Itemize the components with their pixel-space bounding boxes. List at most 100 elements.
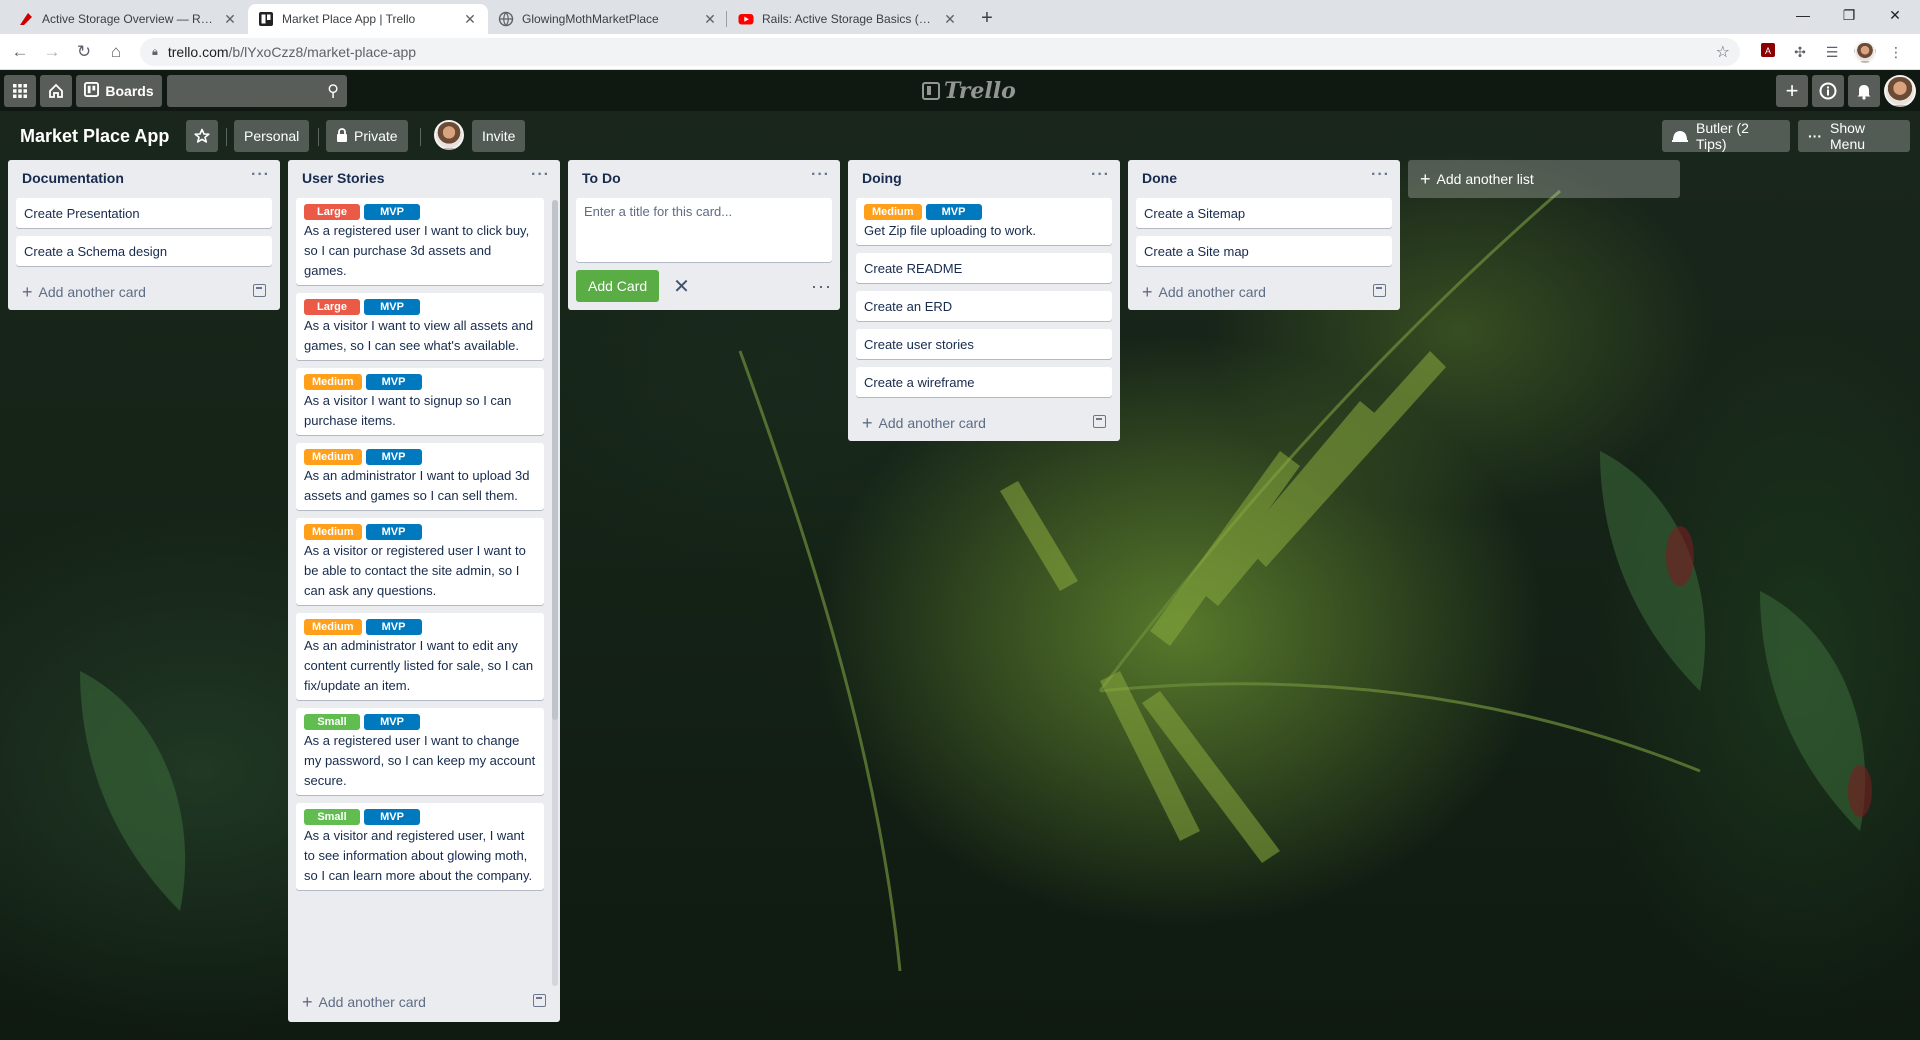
label-size[interactable]: Medium: [864, 204, 922, 220]
window-close-button[interactable]: ✕: [1872, 0, 1918, 30]
member-avatar[interactable]: [1884, 75, 1916, 107]
list-menu-icon[interactable]: ···: [251, 166, 270, 184]
star-board-icon[interactable]: [186, 120, 218, 152]
card-title-textarea[interactable]: Enter a title for this card...: [576, 198, 832, 262]
back-button[interactable]: ←: [8, 40, 32, 64]
boards-button[interactable]: Boards: [76, 75, 162, 107]
close-icon[interactable]: ✕: [673, 274, 690, 299]
label-mvp[interactable]: MVP: [364, 809, 420, 825]
card[interactable]: Large MVP As a registered user I want to …: [296, 198, 544, 285]
more-vert-icon[interactable]: ⋮: [1886, 42, 1906, 62]
label-mvp[interactable]: MVP: [364, 299, 420, 315]
home-button[interactable]: ⌂: [104, 40, 128, 64]
label-mvp[interactable]: MVP: [365, 374, 422, 390]
label-size[interactable]: Medium: [304, 449, 362, 465]
label-mvp[interactable]: MVP: [365, 619, 422, 635]
add-card-button[interactable]: + Add another card: [288, 984, 560, 1020]
list-menu-icon[interactable]: ···: [1371, 166, 1390, 184]
close-icon[interactable]: ✕: [462, 11, 478, 27]
home-icon[interactable]: [40, 75, 72, 107]
personal-team-button[interactable]: Personal: [234, 120, 310, 152]
create-plus-button[interactable]: +: [1776, 75, 1808, 107]
butler-button[interactable]: Butler (2 Tips): [1662, 120, 1790, 152]
label-mvp[interactable]: MVP: [365, 524, 422, 540]
card[interactable]: Create README: [856, 253, 1112, 283]
card[interactable]: Medium MVP As an administrator I want to …: [296, 443, 544, 510]
extensions-puzzle-icon[interactable]: ✣: [1790, 42, 1810, 62]
list-menu-icon[interactable]: ···: [811, 166, 830, 184]
add-card-submit-button[interactable]: Add Card: [576, 270, 660, 302]
close-icon[interactable]: ✕: [222, 11, 238, 27]
card-list-scroll[interactable]: Large MVP As a registered user I want to …: [288, 198, 560, 984]
card-template-icon[interactable]: [533, 994, 546, 1007]
list-title[interactable]: Done ···: [1128, 160, 1400, 198]
card[interactable]: Medium MVP As a visitor or registered use…: [296, 518, 544, 605]
board-member-avatar[interactable]: [434, 120, 464, 150]
invite-button[interactable]: Invite: [472, 120, 526, 152]
maximize-button[interactable]: ❐: [1826, 0, 1872, 30]
visibility-private-button[interactable]: Private: [326, 120, 408, 152]
label-size[interactable]: Large: [304, 299, 360, 315]
card-template-icon[interactable]: [253, 284, 266, 297]
card[interactable]: Create a Site map: [1136, 236, 1392, 266]
browser-tab[interactable]: GlowingMothMarketPlace ✕: [488, 4, 728, 34]
card[interactable]: Create user stories: [856, 329, 1112, 359]
forward-button[interactable]: →: [40, 40, 64, 64]
trello-logo[interactable]: Trello: [922, 77, 1016, 105]
label-mvp[interactable]: MVP: [364, 714, 420, 730]
address-bar[interactable]: 🔒︎ trello.com/b/lYxoCzz8/market-place-ap…: [140, 38, 1740, 66]
browser-tab-active[interactable]: Market Place App | Trello ✕: [248, 4, 488, 34]
bookmark-star-icon[interactable]: ☆: [1716, 42, 1730, 62]
close-icon[interactable]: ✕: [942, 11, 958, 27]
card[interactable]: Small MVP As a visitor and registered use…: [296, 803, 544, 890]
pdf-extension-icon[interactable]: A: [1758, 42, 1778, 62]
card[interactable]: Medium MVP As a visitor I want to signup …: [296, 368, 544, 435]
profile-avatar[interactable]: [1854, 41, 1876, 63]
label-size[interactable]: Large: [304, 204, 360, 220]
list-title[interactable]: Documentation ···: [8, 160, 280, 198]
card-template-icon[interactable]: [1093, 415, 1106, 428]
add-list-button[interactable]: + Add another list: [1408, 160, 1680, 198]
label-mvp[interactable]: MVP: [365, 449, 422, 465]
card[interactable]: Medium MVP As an administrator I want to …: [296, 613, 544, 700]
add-card-button[interactable]: + Add another card: [8, 274, 280, 310]
add-card-button[interactable]: + Add another card: [848, 405, 1120, 441]
info-icon[interactable]: [1812, 75, 1844, 107]
list-menu-icon[interactable]: ···: [1091, 166, 1110, 184]
card[interactable]: Create Presentation: [16, 198, 272, 228]
list-title[interactable]: User Stories ···: [288, 160, 560, 198]
add-card-button[interactable]: + Add another card: [1128, 274, 1400, 310]
browser-tab[interactable]: Rails: Active Storage Basics (File U ✕: [728, 4, 968, 34]
label-size[interactable]: Small: [304, 809, 360, 825]
card[interactable]: Medium MVP Get Zip file uploading to work…: [856, 198, 1112, 245]
card-template-icon[interactable]: [1373, 284, 1386, 297]
show-menu-button[interactable]: ··· Show Menu: [1798, 120, 1910, 152]
label-size[interactable]: Medium: [304, 619, 362, 635]
reload-button[interactable]: ↻: [72, 40, 96, 64]
apps-grid-icon[interactable]: [4, 75, 36, 107]
browser-tab[interactable]: Active Storage Overview — Ruby ✕: [8, 4, 248, 34]
close-icon[interactable]: ✕: [702, 11, 718, 27]
new-tab-button[interactable]: +: [974, 6, 1000, 32]
card[interactable]: Create a Sitemap: [1136, 198, 1392, 228]
list-scrollbar[interactable]: [552, 200, 558, 986]
more-horizontal-icon[interactable]: ···: [811, 276, 832, 297]
notifications-bell-icon[interactable]: [1848, 75, 1880, 107]
list-menu-icon[interactable]: ···: [531, 166, 550, 184]
search-input[interactable]: ⚲: [167, 75, 347, 107]
board-title[interactable]: Market Place App: [12, 120, 177, 152]
label-size[interactable]: Medium: [304, 374, 362, 390]
card[interactable]: Small MVP As a registered user I want to …: [296, 708, 544, 795]
list-title[interactable]: To Do ···: [568, 160, 840, 198]
label-mvp[interactable]: MVP: [364, 204, 420, 220]
media-queue-icon[interactable]: ☰: [1822, 42, 1842, 62]
card[interactable]: Large MVP As a visitor I want to view all…: [296, 293, 544, 360]
list-title[interactable]: Doing ···: [848, 160, 1120, 198]
label-mvp[interactable]: MVP: [925, 204, 982, 220]
card[interactable]: Create a Schema design: [16, 236, 272, 266]
label-size[interactable]: Medium: [304, 524, 362, 540]
minimize-button[interactable]: —: [1780, 0, 1826, 30]
card[interactable]: Create a wireframe: [856, 367, 1112, 397]
label-size[interactable]: Small: [304, 714, 360, 730]
card[interactable]: Create an ERD: [856, 291, 1112, 321]
